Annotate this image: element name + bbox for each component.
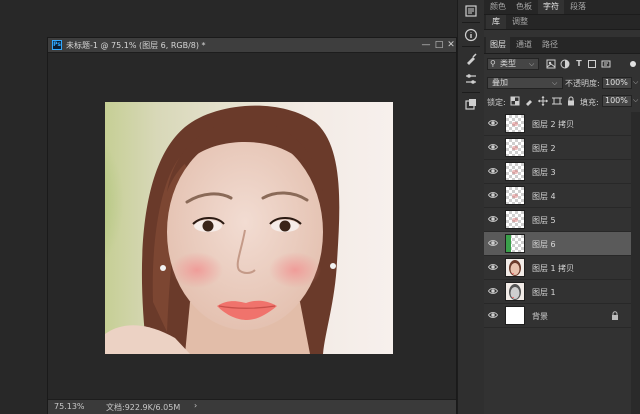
layer-name: 图层 1 [532,288,556,297]
tab-paragraph[interactable]: 段落 [566,0,590,14]
search-icon: ⚲ [490,59,496,68]
layer-row[interactable]: 图层 3 [484,160,631,184]
right-panels: 颜色 色板 字符 段落 库 调整 图层 通道 路径 ⚲ 类型 ⌵ T 叠加 ⌵ … [484,0,640,414]
status-bar: 75.13% 文档:922.9K/6.05M › [48,399,456,414]
minimize-button[interactable]: — [420,39,432,51]
tab-character[interactable]: 字符 [538,0,564,14]
layer-row[interactable]: 图层 5 [484,208,631,232]
lock-position-icon[interactable] [538,96,548,106]
layer-thumbnail [505,114,525,133]
visibility-eye-icon[interactable] [487,238,499,248]
visibility-eye-icon[interactable] [487,142,499,152]
type-filter-icon[interactable]: T [574,59,584,69]
visibility-eye-icon[interactable] [487,190,499,200]
history-icon[interactable] [464,4,478,18]
layer-row[interactable]: 图层 2 [484,136,631,160]
layer-thumbnail [505,306,525,325]
visibility-eye-icon[interactable] [487,262,499,272]
brush-icon[interactable] [464,52,478,66]
document-title: 未标题-1 @ 75.1% (图层 6, RGB/8) * [66,41,206,50]
tab-channels[interactable]: 通道 [512,37,536,53]
filter-toggle-icon[interactable] [630,61,636,67]
tab-paths[interactable]: 路径 [538,37,562,53]
adjustment-filter-icon[interactable] [560,59,570,69]
color-panel-tabs: 颜色 色板 字符 段落 [484,0,640,15]
shape-filter-icon[interactable] [587,59,597,69]
document-titlebar[interactable]: Ps 未标题-1 @ 75.1% (图层 6, RGB/8) * — □ ✕ [48,38,456,53]
document-window[interactable]: Ps 未标题-1 @ 75.1% (图层 6, RGB/8) * — □ ✕ 7… [47,37,457,414]
layer-name: 背景 [532,312,548,321]
layer-thumbnail [505,210,525,229]
opacity-value: 100% [605,78,628,87]
layer-row[interactable]: 图层 6 [484,232,631,256]
lock-transparent-icon[interactable] [510,96,520,106]
layer-filter-select[interactable]: ⚲ 类型 ⌵ [487,58,539,70]
tab-swatches[interactable]: 色板 [512,0,536,14]
layer-name: 图层 2 [532,144,556,153]
layers-list: 图层 2 拷贝 图层 2 图层 3 图层 4 图层 5 图层 6 图层 1 拷贝 图层 1 背景 [484,112,640,414]
layer-row[interactable]: 背景 [484,304,631,328]
portrait-photo [105,102,393,354]
visibility-eye-icon[interactable] [487,166,499,176]
lock-paint-icon[interactable] [524,96,534,106]
canvas-area[interactable] [48,53,456,399]
layer-thumbnail [505,138,525,157]
layer-row[interactable]: 图层 4 [484,184,631,208]
fill-label: 填充: [580,98,599,107]
layer-thumbnail [505,186,525,205]
visibility-eye-icon[interactable] [487,286,499,296]
info-icon[interactable] [464,28,478,42]
layer-name: 图层 6 [532,240,556,249]
layer-name: 图层 2 拷贝 [532,120,575,129]
visibility-eye-icon[interactable] [487,310,499,320]
blend-mode-value: 叠加 [492,78,508,87]
fill-input[interactable]: 100% [602,95,632,107]
panel-icon-strip [457,0,485,414]
visibility-eye-icon[interactable] [487,118,499,128]
layer-name: 图层 4 [532,192,556,201]
layer-name: 图层 5 [532,216,556,225]
opacity-label: 不透明度: [565,79,600,88]
opacity-dropdown-icon[interactable]: ⌵ [633,78,638,87]
layer-row[interactable]: 图层 1 拷贝 [484,256,631,280]
layer-thumbnail [505,162,525,181]
chevron-down-icon: ⌵ [529,60,535,68]
layer-thumbnail [505,282,525,301]
visibility-eye-icon[interactable] [487,214,499,224]
adjust-icon[interactable] [464,72,478,86]
chevron-down-icon: ⌵ [552,79,558,87]
photoshop-icon: Ps [52,40,62,50]
fill-value: 100% [605,96,628,105]
layer-row[interactable]: 图层 2 拷贝 [484,112,631,136]
lock-all-icon[interactable] [566,96,576,106]
filter-kind-label: 类型 [500,59,516,68]
library-panel-tabs: 库 调整 [484,15,640,30]
tab-adjustments[interactable]: 调整 [508,15,532,29]
maximize-button[interactable]: □ [433,39,445,51]
lock-label: 锁定: [487,98,506,107]
pixel-filter-icon[interactable] [546,59,556,69]
layer-name: 图层 1 拷贝 [532,264,575,273]
lock-artboard-icon[interactable] [552,96,562,106]
lock-icon[interactable] [611,311,619,322]
layer-name: 图层 3 [532,168,556,177]
smart-object-filter-icon[interactable] [601,59,611,69]
opacity-input[interactable]: 100% [602,77,632,89]
fill-dropdown-icon[interactable]: ⌵ [633,96,638,105]
layers-panel-tabs: 图层 通道 路径 [484,37,640,54]
status-menu-arrow[interactable]: › [194,401,197,410]
document-size: 文档:922.9K/6.05M [106,403,181,412]
layer-thumbnail [505,258,525,277]
tab-libraries[interactable]: 库 [486,15,506,29]
layer-row[interactable]: 图层 1 [484,280,631,304]
layers-scrollbar[interactable] [631,112,640,414]
zoom-level[interactable]: 75.13% [54,402,85,411]
blend-mode-select[interactable]: 叠加 ⌵ [487,77,563,89]
tab-color[interactable]: 颜色 [486,0,510,14]
canvas-image[interactable] [105,102,393,354]
close-button[interactable]: ✕ [445,39,457,51]
tab-layers[interactable]: 图层 [486,37,510,53]
styles-icon[interactable] [464,98,478,112]
layer-thumbnail [505,234,525,253]
